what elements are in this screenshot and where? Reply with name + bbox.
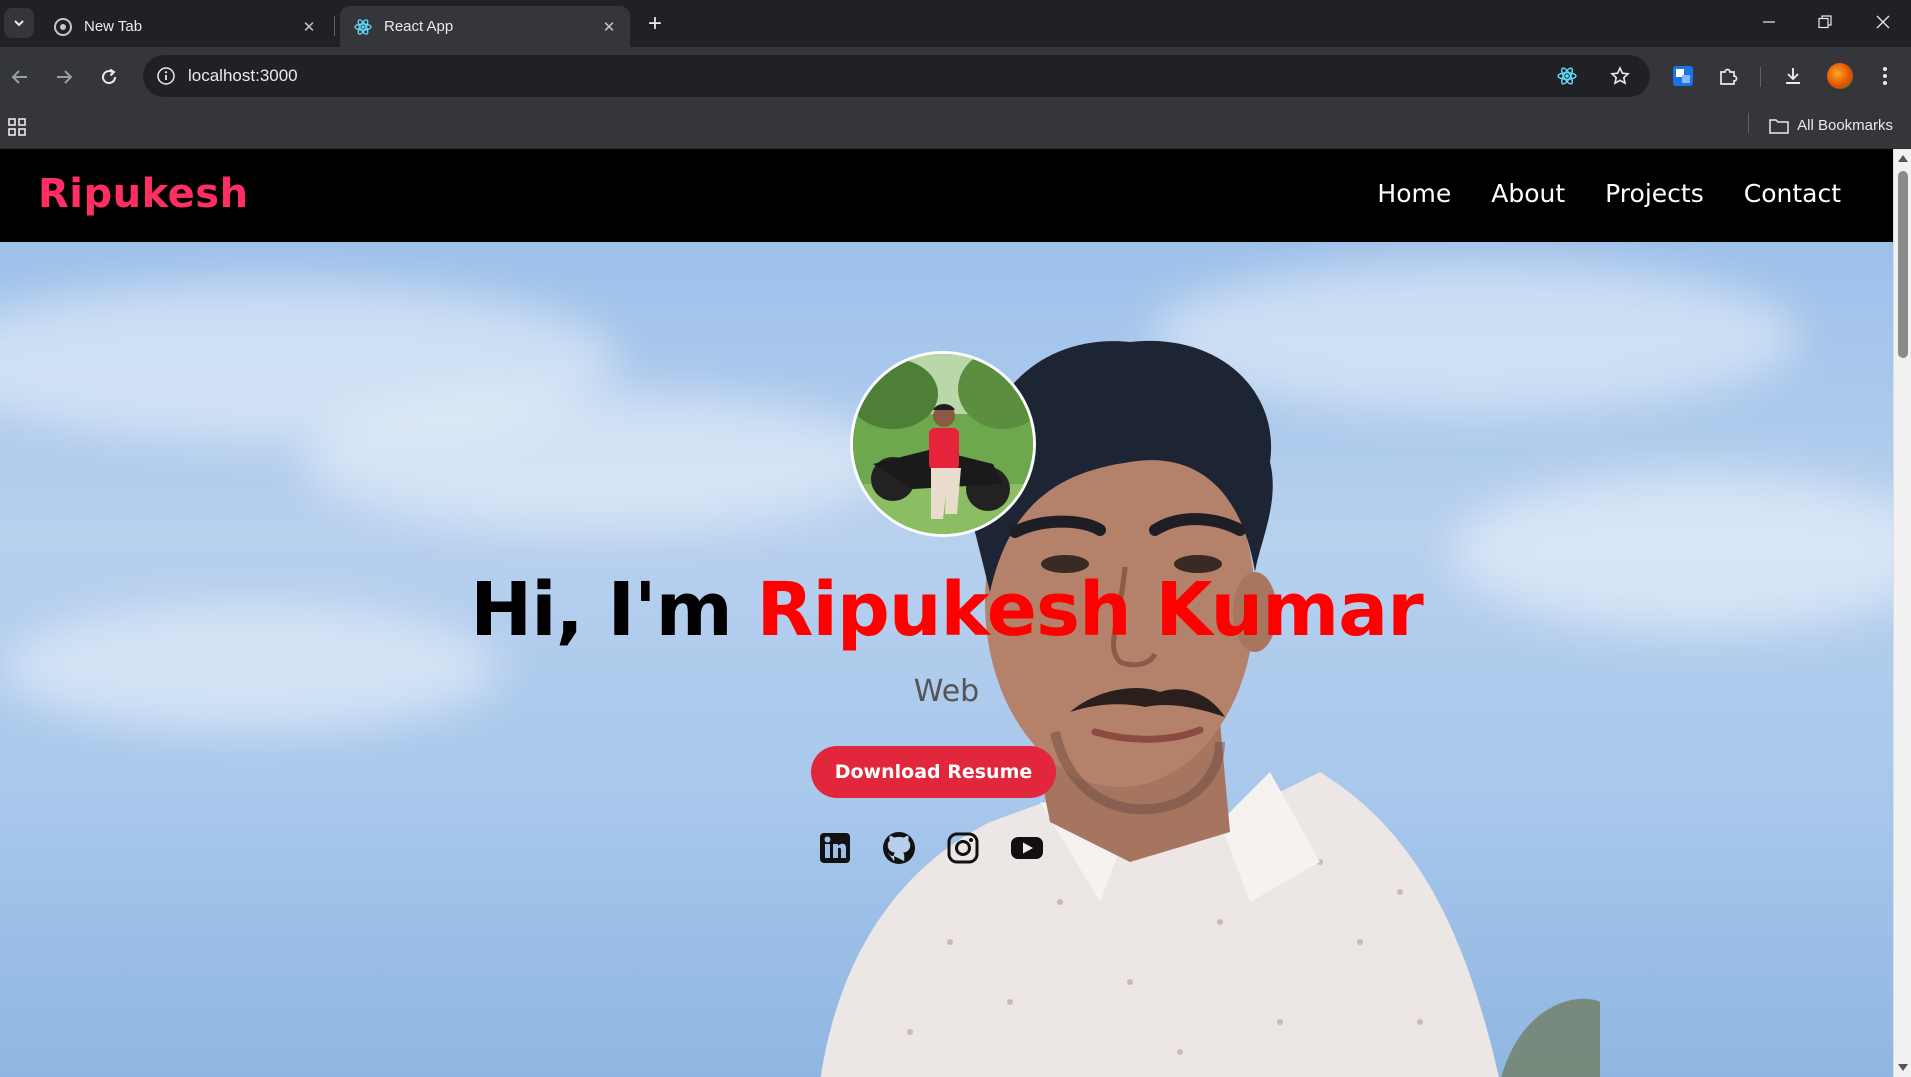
hero-section: Hi, I'm Ripukesh Kumar Web Download Resu… [0, 242, 1893, 1077]
site-nav: Home About Projects Contact [1377, 179, 1841, 208]
extensions-puzzle-icon[interactable] [1712, 60, 1744, 92]
site-logo[interactable]: Ripukesh [38, 171, 249, 217]
reload-icon [102, 68, 117, 85]
tab-search-button[interactable] [4, 8, 34, 38]
download-resume-button[interactable]: Download Resume [811, 746, 1056, 798]
nav-contact[interactable]: Contact [1744, 179, 1841, 208]
hero-greeting: Hi, I'm Ripukesh Kumar [0, 567, 1893, 653]
tab-bar: New Tab ✕ React App ✕ + [0, 0, 1911, 47]
site-navbar: Ripukesh Home About Projects Contact [0, 149, 1893, 242]
url-text[interactable]: localhost:3000 [188, 66, 298, 86]
hero-subtitle: Web [913, 674, 980, 709]
minimize-button[interactable] [1741, 0, 1797, 44]
nav-projects[interactable]: Projects [1605, 179, 1704, 208]
bookmarks-bar: All Bookmarks [0, 106, 1911, 149]
apps-grid-icon[interactable] [7, 117, 27, 137]
youtube-icon[interactable] [1010, 831, 1044, 865]
tab-new-tab[interactable]: New Tab ✕ [40, 6, 330, 47]
close-window-button[interactable] [1855, 0, 1911, 44]
minimize-icon [1763, 21, 1775, 23]
social-links [818, 831, 1044, 865]
folder-icon [1769, 118, 1789, 134]
nav-home[interactable]: Home [1377, 179, 1451, 208]
close-tab-icon[interactable]: ✕ [598, 16, 620, 38]
greeting-prefix: Hi, I'm [470, 567, 732, 653]
nav-about[interactable]: About [1491, 179, 1565, 208]
bookmarks-divider [1748, 113, 1749, 133]
tab-react-app[interactable]: React App ✕ [340, 6, 630, 47]
linkedin-icon[interactable] [818, 831, 852, 865]
instagram-icon[interactable] [946, 831, 980, 865]
new-tab-button[interactable]: + [641, 10, 669, 38]
address-bar[interactable]: localhost:3000 [143, 55, 1650, 97]
site-info-icon[interactable] [153, 63, 179, 89]
more-menu-icon[interactable] [1869, 60, 1901, 92]
close-icon [1876, 15, 1890, 29]
chevron-down-icon [14, 20, 24, 27]
tab-title: React App [384, 18, 454, 35]
back-button[interactable] [2, 59, 38, 95]
extension-translate-icon[interactable] [1667, 60, 1699, 92]
profile-avatar-icon[interactable] [1824, 60, 1856, 92]
tab-title: New Tab [84, 18, 143, 35]
page-scrollbar[interactable] [1893, 149, 1911, 1077]
reload-button[interactable] [91, 59, 127, 95]
browser-toolbar: localhost:3000 [0, 47, 1911, 106]
chrome-icon [54, 17, 72, 36]
all-bookmarks-label: All Bookmarks [1797, 117, 1893, 134]
tab-divider [334, 16, 335, 36]
hero-content: Hi, I'm Ripukesh Kumar Web Download Resu… [0, 242, 1893, 1077]
forward-button[interactable] [46, 59, 82, 95]
react-devtools-icon[interactable] [1555, 64, 1579, 88]
hero-name: Ripukesh Kumar [756, 567, 1424, 653]
arrow-right-icon [57, 70, 73, 84]
scrollbar-thumb[interactable] [1898, 171, 1908, 358]
github-icon[interactable] [882, 831, 916, 865]
close-tab-icon[interactable]: ✕ [298, 16, 320, 38]
restore-icon [1818, 15, 1832, 29]
react-icon [354, 18, 372, 36]
all-bookmarks-button[interactable]: All Bookmarks [1769, 117, 1893, 134]
page-viewport: Ripukesh Home About Projects Contact Hi,… [0, 149, 1893, 1077]
arrow-left-icon [11, 70, 27, 84]
bookmark-star-icon[interactable] [1608, 64, 1632, 88]
scroll-down-arrow-icon[interactable] [1898, 1064, 1908, 1071]
scroll-up-arrow-icon[interactable] [1898, 155, 1908, 162]
toolbar-divider [1760, 67, 1761, 87]
download-icon[interactable] [1777, 60, 1809, 92]
restore-button[interactable] [1797, 0, 1853, 44]
profile-photo [850, 351, 1036, 537]
